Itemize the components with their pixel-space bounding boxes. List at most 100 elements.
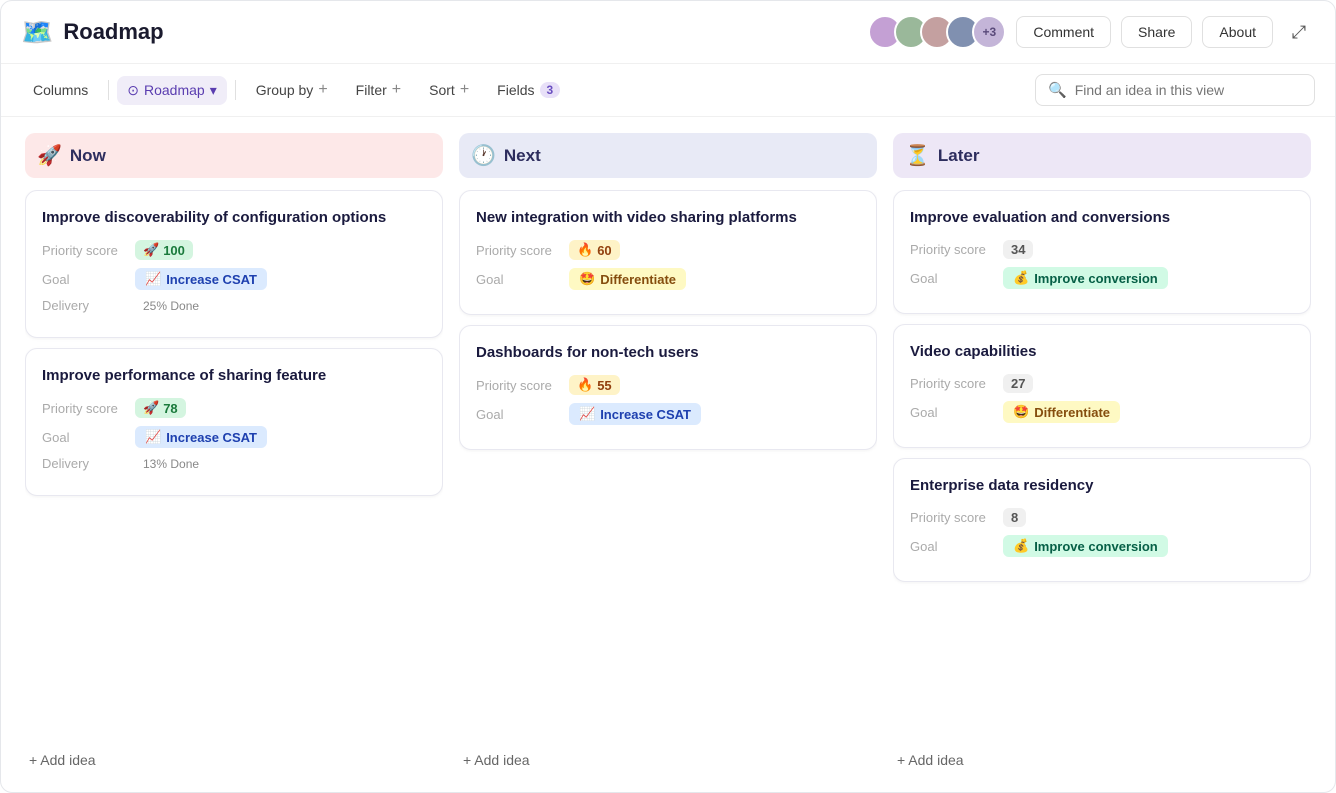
goal-field: Goal 🤩 Differentiate [910, 401, 1294, 423]
priority-score-field: Priority score 8 [910, 508, 1294, 527]
card-title: Dashboards for non-tech users [476, 342, 860, 363]
add-idea-now[interactable]: + Add idea [25, 740, 443, 780]
search-icon: 🔍 [1048, 81, 1067, 99]
goal-icon: 📈 [145, 271, 161, 287]
roadmap-pill-label: Roadmap [144, 82, 205, 98]
goal-field: Goal 💰 Improve conversion [910, 535, 1294, 557]
avatar-group: +3 [868, 15, 1006, 49]
priority-icon: 🚀 [143, 400, 159, 416]
toolbar-divider-2 [235, 80, 236, 100]
goal-badge: 📈 Increase CSAT [135, 268, 267, 290]
card-enterprise-data[interactable]: Enterprise data residency Priority score… [893, 458, 1311, 582]
app-icon: 🗺️ [21, 17, 53, 48]
priority-label: Priority score [910, 376, 995, 391]
roadmap-pill-check: ⊙ [127, 82, 139, 99]
search-input[interactable] [1075, 82, 1302, 98]
comment-button[interactable]: Comment [1016, 16, 1111, 48]
add-idea-later[interactable]: + Add idea [893, 740, 1311, 780]
priority-score-field: Priority score 🚀 78 [42, 398, 426, 418]
goal-badge: 🤩 Differentiate [569, 268, 686, 290]
fields-badge: 3 [540, 82, 561, 98]
avatar-more: +3 [972, 15, 1006, 49]
priority-badge: 🔥 60 [569, 240, 620, 260]
goal-value: Increase CSAT [600, 407, 691, 422]
delivery-bar: 13% Done [135, 457, 199, 471]
goal-label: Goal [476, 272, 561, 287]
fields-label: Fields [497, 82, 534, 98]
goal-label: Goal [42, 272, 127, 287]
priority-value: 55 [597, 378, 611, 393]
goal-value: Increase CSAT [166, 430, 257, 445]
now-label: Now [70, 146, 106, 166]
goal-value: Increase CSAT [166, 272, 257, 287]
goal-field: Goal 📈 Increase CSAT [476, 403, 860, 425]
priority-value: 100 [163, 243, 185, 258]
card-video-integration[interactable]: New integration with video sharing platf… [459, 190, 877, 315]
goal-field: Goal 📈 Increase CSAT [42, 268, 426, 290]
filter-plus-icon: + [392, 81, 401, 99]
goal-label: Goal [910, 405, 995, 420]
goal-badge: 💰 Improve conversion [1003, 535, 1168, 557]
card-improve-discoverability[interactable]: Improve discoverability of configuration… [25, 190, 443, 338]
fields-button[interactable]: Fields 3 [485, 75, 572, 105]
priority-value: 78 [163, 401, 177, 416]
priority-label: Priority score [910, 242, 995, 257]
goal-badge: 🤩 Differentiate [1003, 401, 1120, 423]
delivery-field: Delivery 25% Done [42, 298, 426, 313]
card-dashboards[interactable]: Dashboards for non-tech users Priority s… [459, 325, 877, 450]
add-idea-next[interactable]: + Add idea [459, 740, 877, 780]
sort-button[interactable]: Sort + [417, 74, 481, 106]
next-cards: New integration with video sharing platf… [459, 190, 877, 736]
column-now: 🚀 Now Improve discoverability of configu… [17, 133, 451, 780]
column-header-now: 🚀 Now [25, 133, 443, 178]
header-right: +3 Comment Share About ⤢ [868, 15, 1315, 49]
card-video-capabilities[interactable]: Video capabilities Priority score 27 Goa… [893, 324, 1311, 448]
toolbar: Columns ⊙ Roadmap ▾ Group by + Filter + … [1, 64, 1335, 117]
card-improve-performance[interactable]: Improve performance of sharing feature P… [25, 348, 443, 496]
group-by-button[interactable]: Group by + [244, 74, 340, 106]
goal-value: Improve conversion [1034, 539, 1158, 554]
goal-badge: 💰 Improve conversion [1003, 267, 1168, 289]
roadmap-pill[interactable]: ⊙ Roadmap ▾ [117, 76, 226, 105]
search-box[interactable]: 🔍 [1035, 74, 1315, 106]
column-later: ⏳ Later Improve evaluation and conversio… [885, 133, 1319, 780]
priority-icon: 🚀 [143, 242, 159, 258]
goal-field: Goal 🤩 Differentiate [476, 268, 860, 290]
share-button[interactable]: Share [1121, 16, 1192, 48]
goal-value: Differentiate [1034, 405, 1110, 420]
goal-field: Goal 💰 Improve conversion [910, 267, 1294, 289]
goal-label: Goal [910, 271, 995, 286]
columns-button[interactable]: Columns [21, 75, 100, 105]
goal-icon: 📈 [579, 406, 595, 422]
delivery-label: Delivery [42, 298, 127, 313]
column-header-later: ⏳ Later [893, 133, 1311, 178]
expand-button[interactable]: ⤢ [1283, 16, 1315, 48]
priority-badge: 27 [1003, 374, 1033, 393]
goal-value: Differentiate [600, 272, 676, 287]
next-label: Next [504, 146, 541, 166]
next-icon: 🕐 [471, 143, 496, 168]
priority-icon: 🔥 [577, 242, 593, 258]
delivery-bar: 25% Done [135, 299, 199, 313]
priority-score-field: Priority score 27 [910, 374, 1294, 393]
delivery-pct: 13% Done [143, 457, 199, 471]
priority-badge: 34 [1003, 240, 1033, 259]
group-by-label: Group by [256, 82, 314, 98]
priority-badge: 8 [1003, 508, 1026, 527]
priority-label: Priority score [476, 243, 561, 258]
priority-value: 27 [1011, 376, 1025, 391]
goal-icon: 📈 [145, 429, 161, 445]
filter-button[interactable]: Filter + [344, 74, 413, 106]
delivery-label: Delivery [42, 456, 127, 471]
priority-badge: 🚀 78 [135, 398, 186, 418]
filter-label: Filter [356, 82, 387, 98]
goal-label: Goal [42, 430, 127, 445]
priority-value: 60 [597, 243, 611, 258]
now-icon: 🚀 [37, 143, 62, 168]
group-by-plus-icon: + [318, 81, 327, 99]
card-evaluation[interactable]: Improve evaluation and conversions Prior… [893, 190, 1311, 314]
now-cards: Improve discoverability of configuration… [25, 190, 443, 736]
priority-score-field: Priority score 🚀 100 [42, 240, 426, 260]
sort-plus-icon: + [460, 81, 469, 99]
about-button[interactable]: About [1202, 16, 1273, 48]
